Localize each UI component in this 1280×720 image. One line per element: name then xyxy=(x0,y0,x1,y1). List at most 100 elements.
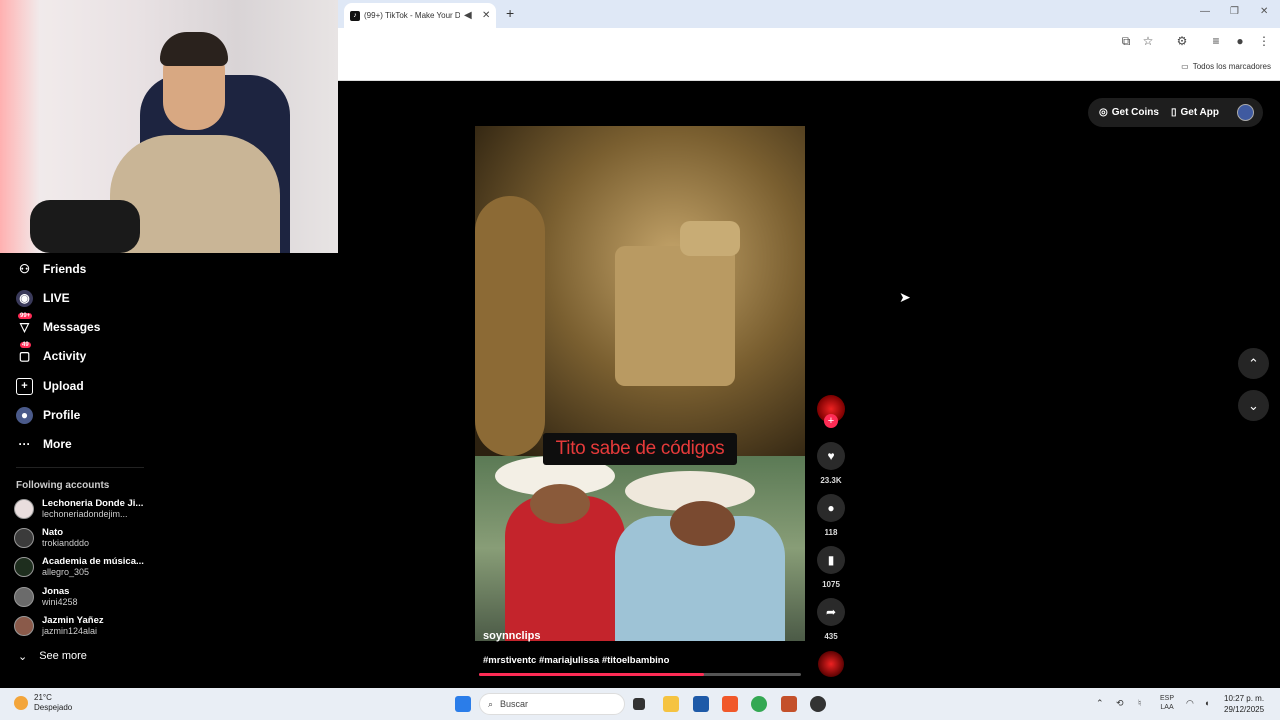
profile-icon: ● xyxy=(16,406,33,424)
clock-date: 29/12/2025 xyxy=(1224,705,1265,714)
following-account[interactable]: Lechoneria Donde Ji... lechoneriadondejim… xyxy=(14,498,143,519)
sidebar-item-label: More xyxy=(43,437,72,451)
restore-icon[interactable]: ❐ xyxy=(1230,6,1239,17)
clock[interactable]: 10:27 p. m. 29/12/2025 xyxy=(1224,693,1264,715)
close-window-icon[interactable]: ✕ xyxy=(1260,6,1268,17)
following-account[interactable]: Jonas wini4258 xyxy=(14,586,78,607)
account-name: Academia de música... xyxy=(42,556,144,567)
coin-icon: ◎ xyxy=(1099,107,1108,118)
app-icon-2[interactable] xyxy=(810,696,826,712)
all-bookmarks-label: Todos los marcadores xyxy=(1192,62,1271,71)
tab-bar: ♪ (99+) TikTok - Make Your D... ◀ ✕ + — … xyxy=(338,0,1280,28)
get-coins-button[interactable]: ◎ Get Coins xyxy=(1099,107,1159,118)
tab-title: (99+) TikTok - Make Your D... xyxy=(364,11,460,20)
following-account[interactable]: Nato trokiandddo xyxy=(14,527,89,548)
account-name: Jazmin Yañez xyxy=(42,615,104,626)
video-scene-car xyxy=(475,126,805,456)
profile-avatar-icon[interactable]: ● xyxy=(1232,34,1248,48)
windows-start-icon[interactable] xyxy=(455,696,471,712)
account-handle: trokiandddo xyxy=(42,538,90,548)
sidebar-item-more[interactable]: ··· More xyxy=(16,433,72,455)
file-explorer-icon[interactable] xyxy=(663,696,679,712)
all-bookmarks[interactable]: ▭ Todos los marcadores xyxy=(1181,62,1271,71)
clock-time: 10:27 p. m. xyxy=(1224,694,1265,703)
sidebar-item-messages[interactable]: ▽ 99+ Messages xyxy=(16,312,100,338)
activity-badge: 49 xyxy=(20,341,31,348)
share-icon[interactable]: ➦ xyxy=(817,598,845,626)
browser-chrome: ♪ (99+) TikTok - Make Your D... ◀ ✕ + — … xyxy=(338,0,1280,81)
comment-icon[interactable]: ● xyxy=(817,494,845,522)
weather-desc: Despejado xyxy=(34,703,73,712)
sidebar-item-upload[interactable]: + Upload xyxy=(16,375,84,397)
heart-icon[interactable]: ♥ xyxy=(817,442,845,470)
bookmark-star-icon[interactable]: ☆ xyxy=(1140,34,1156,48)
sidebar-item-label: Profile xyxy=(43,408,81,422)
video-player[interactable] xyxy=(475,126,805,641)
sidebar-item-profile[interactable]: ● Profile xyxy=(16,404,80,426)
following-account[interactable]: Academia de música... allegro_305 xyxy=(14,556,144,577)
install-app-icon[interactable]: ⧉ xyxy=(1118,34,1134,49)
music-disc-icon[interactable] xyxy=(818,651,844,677)
avatar xyxy=(14,527,34,548)
chrome-icon[interactable] xyxy=(751,696,767,712)
store-icon[interactable] xyxy=(693,696,709,712)
get-app-button[interactable]: ▯ Get App xyxy=(1171,107,1219,118)
account-name: Nato xyxy=(42,527,64,538)
messages-badge: 99+ xyxy=(18,312,33,319)
close-tab-icon[interactable]: ✕ xyxy=(482,10,496,21)
next-video-button[interactable]: ⌄ xyxy=(1238,390,1269,421)
menu-kebab-icon[interactable]: ⋮ xyxy=(1256,34,1272,48)
account-name: Jonas xyxy=(42,586,70,597)
weather-widget[interactable]: 21°C Despejado xyxy=(14,693,72,713)
sidebar-item-activity[interactable]: ▢ 49 Activity xyxy=(16,341,86,367)
speaker-icon[interactable]: ◀ xyxy=(464,10,478,21)
account-handle: allegro_305 xyxy=(42,567,90,577)
video-hashtags[interactable]: #mrstiventc #mariajulissa #titoelbambino xyxy=(483,655,669,666)
language-indicator[interactable]: ESP LAA xyxy=(1160,694,1174,712)
get-coins-label: Get Coins xyxy=(1111,107,1159,118)
share-count: 435 xyxy=(824,632,838,641)
divider xyxy=(16,467,144,468)
minimize-icon[interactable]: — xyxy=(1200,6,1210,17)
windows-taskbar: 21°C Despejado ⌕ Buscar ⌃ ⟲ ♮ ESP LAA ◠ ◖ … xyxy=(0,688,1280,720)
chevron-up-icon: ⌃ xyxy=(1248,355,1259,371)
media-control-icon[interactable]: ≡ xyxy=(1208,34,1224,48)
video-progress-bar[interactable] xyxy=(479,673,801,676)
video-scene-street xyxy=(475,456,805,641)
volume-icon[interactable]: ◖ xyxy=(1204,698,1209,708)
account-name: Lechoneria Donde Ji... xyxy=(42,498,144,509)
tray-chevron-icon[interactable]: ⌃ xyxy=(1096,698,1104,709)
wifi-icon[interactable]: ◠ xyxy=(1186,698,1194,709)
share-action[interactable]: ➦ 435 xyxy=(817,598,845,641)
sync-icon[interactable]: ⟲ xyxy=(1116,698,1124,709)
see-more-button[interactable]: ⌄ See more xyxy=(18,650,87,663)
like-count: 23.3K xyxy=(820,476,842,485)
search-icon: ⌕ xyxy=(488,698,494,709)
sidebar-item-friends[interactable]: ⚇ Friends xyxy=(16,258,86,280)
previous-video-button[interactable]: ⌃ xyxy=(1238,348,1269,379)
comment-action[interactable]: ● 118 xyxy=(817,494,845,537)
video-author[interactable]: soynnclips xyxy=(483,630,540,642)
task-view-icon[interactable] xyxy=(633,698,645,710)
chevron-down-icon: ⌄ xyxy=(18,651,28,663)
avatar xyxy=(14,615,34,636)
webcam-overlay xyxy=(0,0,338,253)
sidebar-item-live[interactable]: ◉ LIVE xyxy=(16,287,70,309)
brave-browser-icon[interactable] xyxy=(722,696,738,712)
search-placeholder: Buscar xyxy=(500,699,529,709)
new-tab-button[interactable]: + xyxy=(506,5,514,21)
bookmark-icon[interactable]: ▮ xyxy=(817,546,845,574)
account-handle: lechoneriadondejim... xyxy=(42,509,128,519)
app-icon[interactable] xyxy=(781,696,797,712)
save-action[interactable]: ▮ 1075 xyxy=(817,546,845,589)
upload-icon: + xyxy=(16,377,33,395)
taskbar-search[interactable]: ⌕ Buscar xyxy=(479,693,625,715)
extensions-icon[interactable]: ⚙ xyxy=(1174,34,1190,48)
user-avatar[interactable] xyxy=(1237,104,1254,121)
tab-tiktok[interactable]: ♪ (99+) TikTok - Make Your D... ◀ ✕ xyxy=(344,3,496,28)
sidebar-item-label: LIVE xyxy=(43,291,70,305)
like-action[interactable]: ♥ 23.3K xyxy=(817,442,845,485)
following-account[interactable]: Jazmin Yañez jazmin124alai xyxy=(14,615,104,636)
microphone-icon[interactable]: ♮ xyxy=(1138,698,1141,709)
follow-plus-icon[interactable]: + xyxy=(824,414,838,428)
